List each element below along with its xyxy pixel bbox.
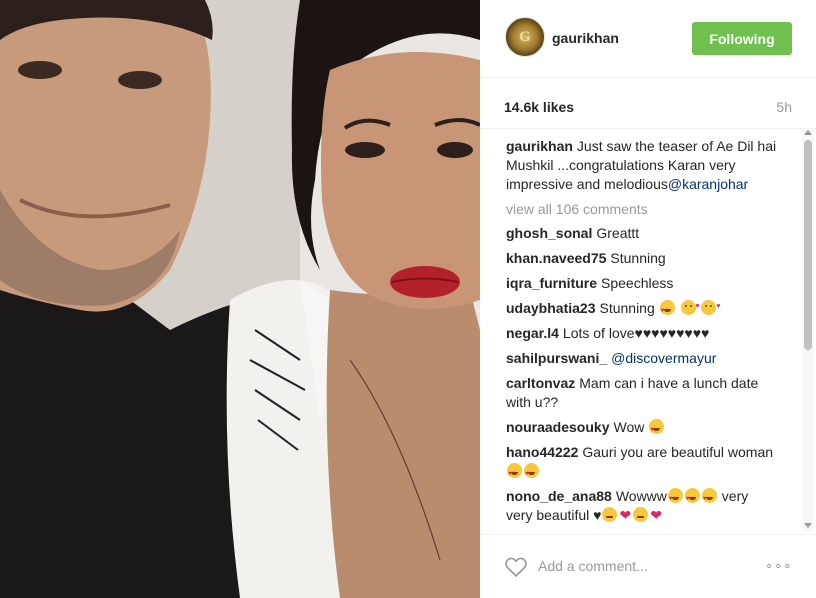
kiss-emoji-icon xyxy=(680,297,700,316)
post-photo[interactable] xyxy=(0,0,480,598)
comment-username[interactable]: iqra_furniture xyxy=(506,275,597,291)
red-heart-emoji-icon: ❤ xyxy=(619,507,632,523)
kiss-emoji-icon xyxy=(701,297,720,316)
heart-eyes-emoji-icon xyxy=(524,463,539,484)
comment-username[interactable]: nono_de_ana88 xyxy=(506,488,612,504)
comment-item: nouraadesouky Wow xyxy=(506,418,778,440)
comment-item: sahilpurswani_ @discovermayur xyxy=(506,349,778,368)
avatar-letter: G xyxy=(519,28,531,45)
hugging-emoji-icon xyxy=(633,507,649,522)
comments-scrollbar[interactable] xyxy=(802,128,814,531)
view-all-comments-link[interactable]: view all 106 comments xyxy=(506,201,778,217)
comment-username[interactable]: carltonvaz xyxy=(506,375,575,391)
comment-username[interactable]: negar.l4 xyxy=(506,325,559,341)
post-timestamp[interactable]: 5h xyxy=(776,99,792,115)
comments-list[interactable]: gaurikhan Just saw the teaser of Ae Dil h… xyxy=(480,128,816,531)
comment-item: udaybhatia23 Stunning xyxy=(506,297,778,321)
post-side-panel: G gaurikhan Following 14.6k likes 5h gau… xyxy=(480,0,816,598)
scroll-up-arrow-icon[interactable] xyxy=(804,130,812,135)
caption-mention[interactable]: @karanjohar xyxy=(668,176,748,192)
heart-eyes-emoji-icon xyxy=(684,488,700,509)
caption-username[interactable]: gaurikhan xyxy=(506,138,573,154)
author-avatar[interactable]: G xyxy=(505,17,545,57)
post-footer: Add a comment... ∘∘∘ xyxy=(480,534,816,598)
comment-text-a: Wowww xyxy=(615,488,667,504)
comment-mention[interactable]: @discovermayur xyxy=(611,350,716,366)
author-username[interactable]: gaurikhan xyxy=(552,30,619,46)
comment-item: khan.naveed75 Stunning xyxy=(506,249,778,268)
comment-text: Greattt xyxy=(596,225,640,241)
heart-eyes-emoji-icon xyxy=(649,419,665,440)
comment-text: Lots of love♥♥♥♥♥♥♥♥♥ xyxy=(562,325,710,341)
comment-username[interactable]: hano44222 xyxy=(506,444,578,460)
following-button[interactable]: Following xyxy=(692,22,792,55)
comment-username[interactable]: ghosh_sonal xyxy=(506,225,592,241)
comment-username[interactable]: nouraadesouky xyxy=(506,419,609,435)
post-photo-illustration xyxy=(0,0,480,598)
comments-inner: gaurikhan Just saw the teaser of Ae Dil h… xyxy=(506,137,778,531)
add-comment-input[interactable]: Add a comment... xyxy=(538,558,648,574)
heart-outline-icon[interactable] xyxy=(504,555,528,579)
comment-text: Speechless xyxy=(601,275,674,291)
heart-eyes-emoji-icon xyxy=(701,488,717,509)
likes-count[interactable]: 14.6k likes xyxy=(504,99,574,115)
hugging-emoji-icon xyxy=(602,507,618,522)
heart-eyes-emoji-icon xyxy=(667,488,683,509)
comment-username[interactable]: sahilpurswani_ xyxy=(506,350,607,366)
post-header: G gaurikhan Following xyxy=(480,0,816,78)
comment-username[interactable]: udaybhatia23 xyxy=(506,300,595,316)
scroll-down-arrow-icon[interactable] xyxy=(804,523,812,528)
comment-item: hano44222 Gauri you are beautiful woman xyxy=(506,443,778,484)
comment-text: Stunning xyxy=(610,250,666,266)
likes-row: 14.6k likes 5h xyxy=(504,99,792,117)
heart-eyes-emoji-icon xyxy=(507,463,522,484)
comment-item: nono_de_ana88Wowww very very beautiful ♥… xyxy=(506,487,778,525)
comment-text: Gauri you are beautiful woman xyxy=(582,444,774,460)
comment-username[interactable]: khan.naveed75 xyxy=(506,250,606,266)
comment-item: ghosh_sonal Greattt xyxy=(506,224,778,243)
comment-text: Stunning xyxy=(599,300,655,316)
comment-item: carltonvaz Mam can i have a lunch date wi… xyxy=(506,374,778,412)
comment-item: negar.l4 Lots of love♥♥♥♥♥♥♥♥♥ xyxy=(506,324,778,343)
comment-text: Wow xyxy=(613,419,645,435)
red-heart-emoji-icon: ❤ xyxy=(650,507,662,523)
caption: gaurikhan Just saw the teaser of Ae Dil h… xyxy=(506,137,778,194)
scrollbar-thumb[interactable] xyxy=(804,140,812,350)
more-options-icon[interactable]: ∘∘∘ xyxy=(765,558,792,574)
comment-item: iqra_furniture Speechless xyxy=(506,274,778,293)
heart-eyes-emoji-icon xyxy=(659,300,675,321)
